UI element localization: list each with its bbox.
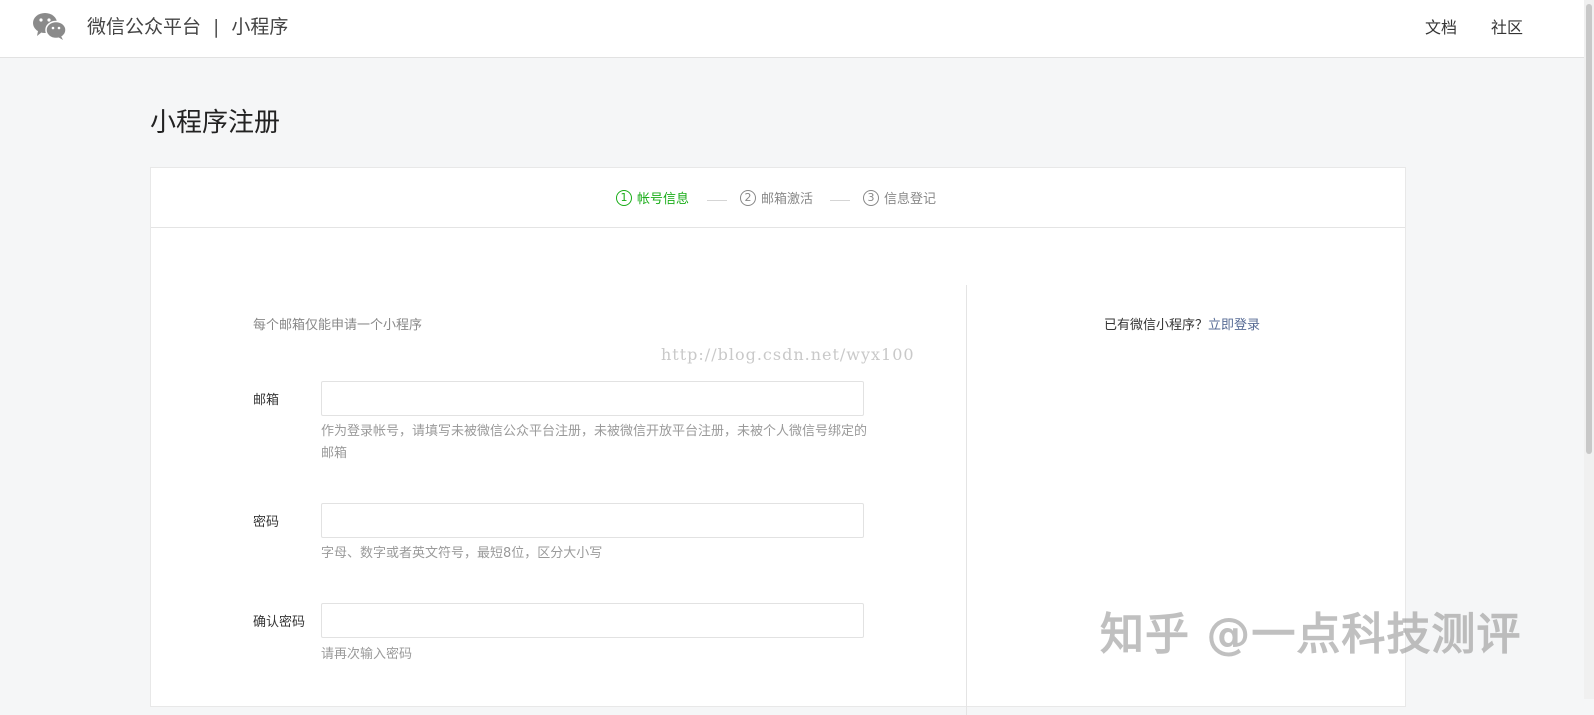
step-email-activation: 2 邮箱激活 — [740, 188, 813, 207]
step-info-registration: 3 信息登记 — [863, 188, 936, 207]
email-label: 邮箱 — [253, 393, 280, 408]
step-label: 信息登记 — [884, 192, 937, 207]
confirm-password-hint: 请再次输入密码 — [321, 647, 413, 662]
password-label: 密码 — [253, 515, 280, 530]
step-connector — [830, 200, 850, 201]
progress-steps: 1 帐号信息 2 邮箱激活 3 信息登记 — [151, 168, 1405, 228]
nav-docs-link[interactable]: 文档 — [1425, 17, 1457, 39]
login-now-link[interactable]: 立即登录 — [1208, 318, 1260, 333]
scrollbar-thumb[interactable] — [1586, 4, 1592, 454]
brand-name[interactable]: 微信公众平台 — [87, 16, 201, 38]
brand-section: 小程序 — [231, 16, 289, 38]
page-title: 小程序注册 — [150, 108, 281, 138]
top-header: 微信公众平台 | 小程序 文档 社区 — [0, 0, 1594, 58]
step-number: 2 — [740, 189, 756, 206]
existing-account-prompt: 已有微信小程序？立即登录 — [1104, 314, 1260, 333]
step-number: 1 — [616, 189, 632, 206]
form-tip: 每个邮箱仅能申请一个小程序 — [253, 318, 423, 333]
step-connector — [707, 200, 727, 201]
confirm-password-label: 确认密码 — [253, 615, 306, 630]
email-hint: 作为登录帐号，请填写未被微信公众平台注册，未被微信开放平台注册，未被个人微信号绑… — [321, 424, 868, 461]
brand-title: 微信公众平台 | 小程序 — [87, 14, 288, 40]
step-label: 帐号信息 — [637, 192, 690, 207]
step-label: 邮箱激活 — [761, 192, 814, 207]
email-field[interactable] — [321, 381, 864, 416]
step-account-info: 1 帐号信息 — [616, 188, 689, 207]
wechat-logo-icon[interactable] — [32, 11, 68, 41]
url-watermark: http://blog.csdn.net/wyx100 — [661, 345, 915, 364]
step-number: 3 — [863, 189, 879, 206]
login-prompt-text: 已有微信小程序？ — [1104, 318, 1209, 333]
password-hint: 字母、数字或者英文符号，最短8位，区分大小写 — [321, 546, 603, 561]
column-divider — [966, 285, 967, 715]
brand-separator: | — [213, 16, 220, 38]
page-scrollbar[interactable] — [1584, 0, 1594, 699]
nav-community-link[interactable]: 社区 — [1491, 17, 1523, 39]
zhihu-watermark: 知乎 @一点科技测评 — [1100, 609, 1522, 660]
password-field[interactable] — [321, 503, 864, 538]
confirm-password-field[interactable] — [321, 603, 864, 638]
